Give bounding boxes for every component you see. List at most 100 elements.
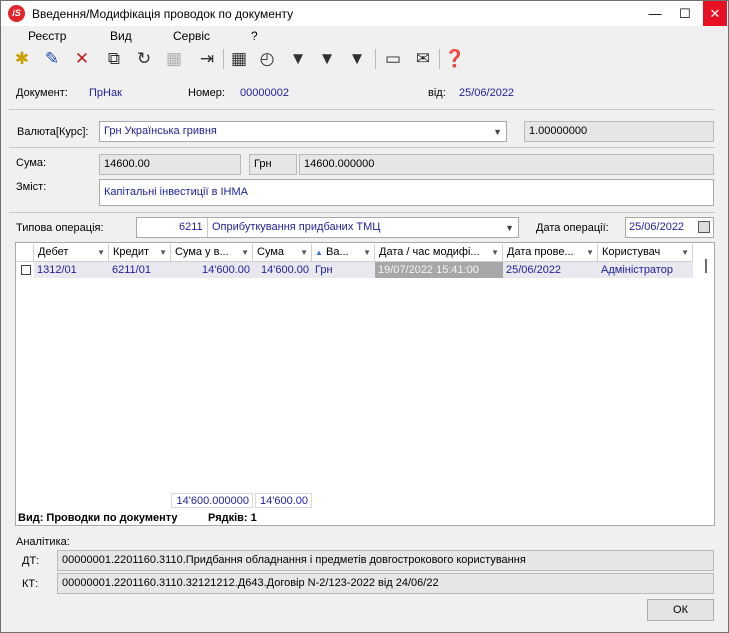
document-label: Документ: bbox=[16, 87, 68, 99]
content-field[interactable]: Капітальні інвестиції в ІНМА bbox=[99, 179, 714, 206]
grid-header-credit[interactable]: Кредит ▼ bbox=[109, 244, 171, 262]
dialog-window: iS Введення/Модифікація проводок по доку… bbox=[0, 0, 729, 633]
history-icon[interactable]: ◴ bbox=[255, 47, 279, 71]
chevron-down-icon[interactable]: ▼ bbox=[491, 244, 499, 261]
number-label: Номер: bbox=[188, 87, 225, 99]
date-label: від: bbox=[428, 87, 446, 99]
menu-registry[interactable]: Реєстр bbox=[28, 29, 66, 43]
operation-code: 6211 bbox=[179, 221, 203, 233]
cell-credit[interactable]: 6211/01 bbox=[109, 262, 171, 278]
copy-icon[interactable]: ⧉ bbox=[102, 47, 126, 71]
export-icon[interactable]: ⇥ bbox=[195, 47, 219, 71]
grid-header-debit-label: Дебет bbox=[38, 246, 69, 258]
cell-user[interactable]: Адміністратор bbox=[598, 262, 693, 278]
menu-help[interactable]: ? bbox=[251, 29, 258, 43]
document-value: ПрНак bbox=[89, 87, 122, 99]
grid-scrollbar[interactable] bbox=[705, 259, 707, 273]
chevron-down-icon: ▼ bbox=[493, 127, 502, 137]
rows-count-label: Рядків: 1 bbox=[208, 512, 257, 524]
mail-icon[interactable]: ✉ bbox=[411, 47, 435, 71]
grid-header-user[interactable]: Користувач ▼ bbox=[598, 244, 693, 262]
cell-modified[interactable]: 19/07/2022 15:41:00 bbox=[375, 262, 503, 278]
grid-header-posting-date-label: Дата прове... bbox=[507, 246, 574, 258]
sum-currency-field: Грн bbox=[249, 154, 297, 175]
excel-disabled-icon: ▦ bbox=[165, 49, 183, 68]
operation-label: Типова операція: bbox=[16, 222, 104, 234]
edit-icon[interactable]: ✎ bbox=[40, 47, 64, 71]
calendar-icon[interactable] bbox=[698, 221, 710, 233]
sum-field: 14600.00 bbox=[99, 154, 241, 175]
filter-icon[interactable]: ▼ bbox=[286, 47, 310, 71]
grid-header-sum-label: Сума bbox=[257, 246, 285, 258]
chevron-down-icon: ▼ bbox=[505, 223, 514, 233]
maximize-button[interactable]: ☐ bbox=[670, 1, 700, 26]
title-bar: iS Введення/Модифікація проводок по доку… bbox=[1, 1, 728, 26]
divider bbox=[9, 109, 715, 110]
operation-date-field[interactable]: 25/06/2022 bbox=[625, 217, 714, 238]
cell-sum[interactable]: 14'600.00 bbox=[253, 262, 312, 278]
app-logo-icon: iS bbox=[8, 5, 25, 22]
kt-label: КТ: bbox=[22, 578, 39, 590]
sum-label: Сума: bbox=[16, 157, 47, 169]
content-label: Зміст: bbox=[16, 181, 47, 193]
grid-header-currency[interactable]: ▲ Ва... ▼ bbox=[312, 244, 375, 262]
cell-currency[interactable]: Грн bbox=[312, 262, 375, 278]
chevron-down-icon[interactable]: ▼ bbox=[97, 244, 105, 261]
divider bbox=[9, 147, 715, 148]
dt-analytics-field: 00000001.2201160.3110.Придбання обладнан… bbox=[57, 550, 714, 571]
delete-icon[interactable]: ✕ bbox=[70, 47, 94, 71]
total-sum: 14'600.00 bbox=[255, 493, 312, 508]
view-label: Вид: Проводки по документу bbox=[18, 512, 178, 524]
number-value: 00000002 bbox=[240, 87, 289, 99]
sum-currency-value-field: 14600.000000 bbox=[299, 154, 714, 175]
close-button[interactable]: ✕ bbox=[703, 1, 727, 26]
menu-view[interactable]: Вид bbox=[110, 29, 132, 43]
toolbar-separator bbox=[439, 49, 440, 69]
window-title: Введення/Модифікація проводок по докумен… bbox=[32, 7, 294, 21]
minimize-button[interactable]: — bbox=[640, 1, 670, 26]
chevron-down-icon[interactable]: ▼ bbox=[363, 244, 371, 261]
currency-select[interactable]: Грн Українська гривня ▼ bbox=[99, 121, 507, 142]
operation-date-value: 25/06/2022 bbox=[629, 221, 685, 233]
operation-name: Оприбуткування придбаних ТМЦ bbox=[212, 221, 381, 233]
grid-header-sum[interactable]: Сума ▼ bbox=[253, 244, 312, 262]
grid-header-checkbox[interactable] bbox=[17, 244, 34, 262]
grid-header-modified-label: Дата / час модифі... bbox=[379, 246, 480, 258]
grid-header-posting-date[interactable]: Дата прове... ▼ bbox=[503, 244, 598, 262]
cell-posting-date[interactable]: 25/06/2022 bbox=[503, 262, 598, 278]
filter-clear-icon[interactable]: ▼ bbox=[345, 47, 369, 71]
grid-header-user-label: Користувач bbox=[602, 246, 661, 258]
menu-service[interactable]: Сервіс bbox=[173, 29, 210, 43]
toolbar-separator bbox=[375, 49, 376, 69]
operation-date-label: Дата операції: bbox=[536, 222, 609, 234]
chevron-down-icon[interactable]: ▼ bbox=[300, 244, 308, 261]
row-checkbox[interactable] bbox=[21, 265, 31, 275]
grid-header-debit[interactable]: Дебет ▼ bbox=[34, 244, 109, 262]
dt-label: ДТ: bbox=[22, 555, 40, 567]
grid-header-credit-label: Кредит bbox=[113, 246, 150, 258]
filter-plus-icon[interactable]: ▼ bbox=[315, 47, 339, 71]
total-sum-currency: 14'600.000000 bbox=[171, 493, 253, 508]
new-icon[interactable]: ✱ bbox=[10, 47, 34, 71]
grid-header-modified[interactable]: Дата / час модифі... ▼ bbox=[375, 244, 503, 262]
chevron-down-icon[interactable]: ▼ bbox=[586, 244, 594, 261]
chevron-down-icon[interactable]: ▼ bbox=[159, 244, 167, 261]
entries-grid[interactable]: Дебет ▼ Кредит ▼ Сума у в... ▼ Сума ▼ ▲ Ва..… bbox=[15, 242, 715, 526]
kt-analytics-field: 00000001.2201160.3110.32121212.Д643.Дого… bbox=[57, 573, 714, 594]
currency-label: Валюта[Курс]: bbox=[17, 126, 89, 138]
grid-header-sum-currency-label: Сума у в... bbox=[175, 246, 229, 258]
operation-select[interactable]: 6211 Оприбуткування придбаних ТМЦ ▼ bbox=[136, 217, 519, 238]
analytics-label: Аналітика: bbox=[16, 536, 70, 548]
cell-sum-currency[interactable]: 14'600.00 bbox=[171, 262, 253, 278]
cell-debit[interactable]: 1312/01 bbox=[34, 262, 109, 278]
ok-button[interactable]: ОК bbox=[647, 599, 714, 621]
operation-code-divider bbox=[207, 218, 208, 237]
help-icon[interactable]: ❓ bbox=[443, 47, 467, 71]
toolbar: ✱ ✎ ✕ ⧉ ↻ ▦ ⇥ ▦ ◴ ▼ ▼ ▼ ▭ ✉ ❓ bbox=[1, 44, 728, 74]
table-icon[interactable]: ▦ bbox=[227, 47, 251, 71]
chevron-down-icon[interactable]: ▼ bbox=[681, 244, 689, 261]
chevron-down-icon[interactable]: ▼ bbox=[241, 244, 249, 261]
refresh-icon[interactable]: ↻ bbox=[132, 47, 156, 71]
grid-header-sum-currency[interactable]: Сума у в... ▼ bbox=[171, 244, 253, 262]
form-icon[interactable]: ▭ bbox=[381, 47, 405, 71]
